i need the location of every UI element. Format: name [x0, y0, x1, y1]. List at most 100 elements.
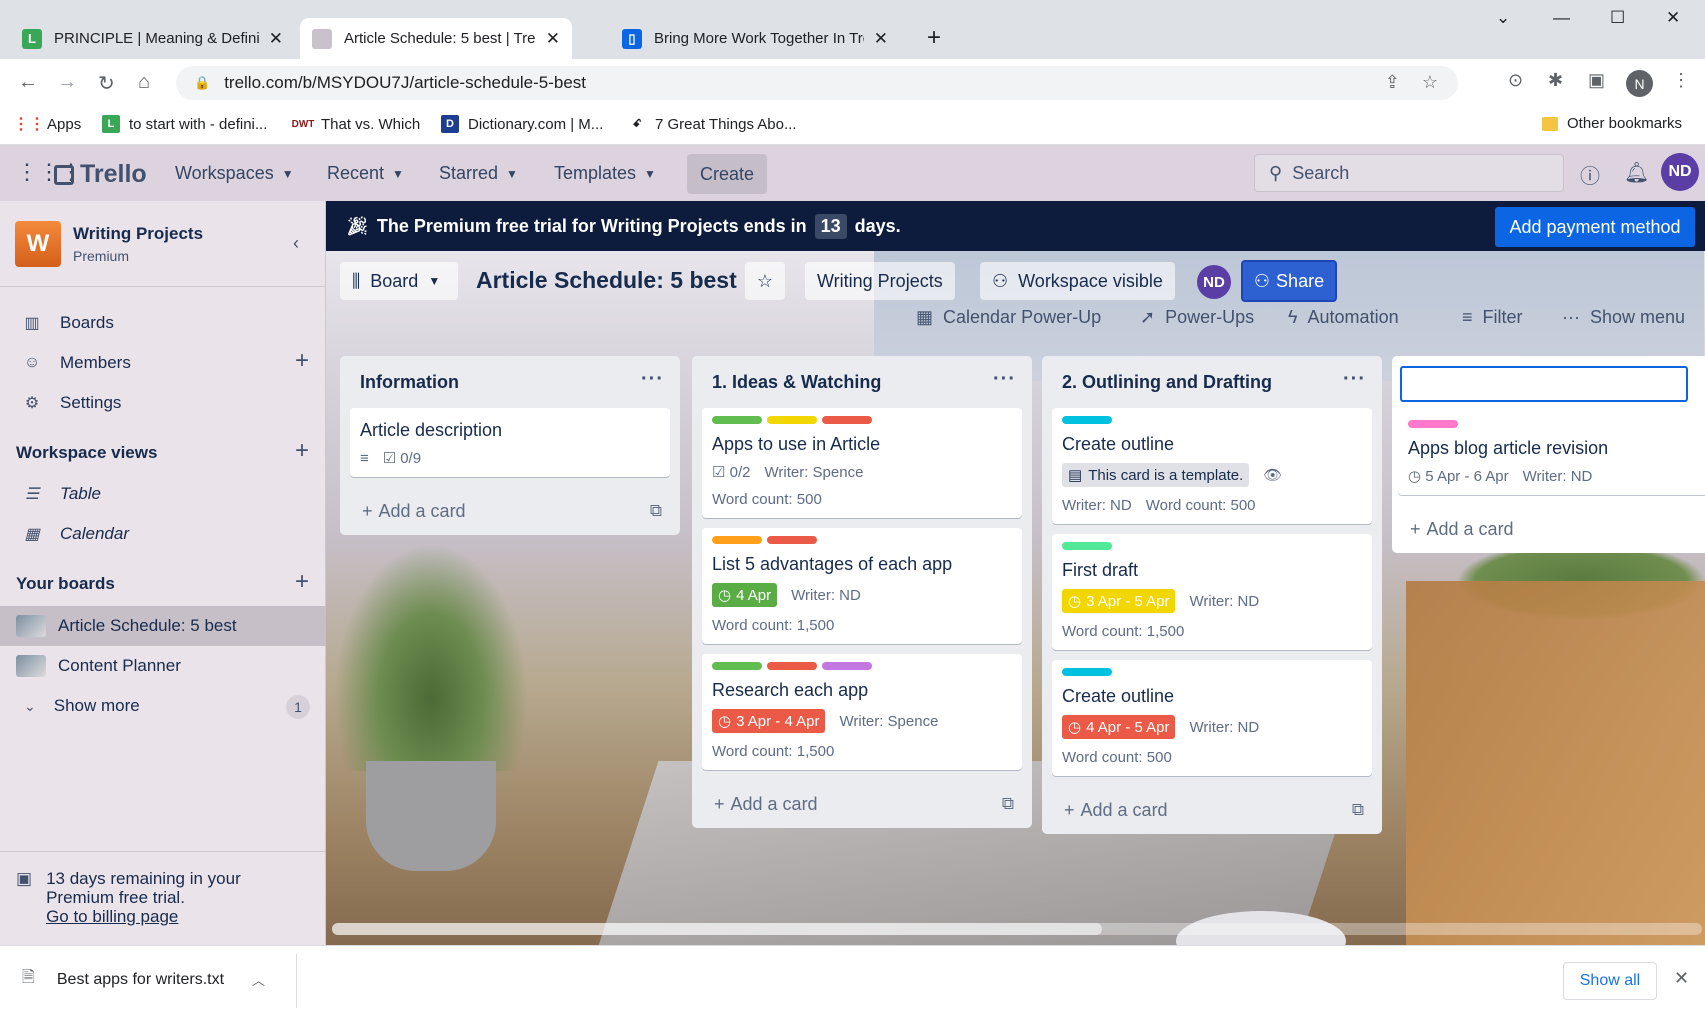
label-red[interactable] [767, 662, 817, 670]
close-window-icon[interactable]: ✕ [1666, 8, 1680, 28]
workspace-name[interactable]: Writing Projects [73, 224, 203, 244]
list-menu-icon[interactable]: ··· [1343, 368, 1366, 391]
date-badge[interactable]: ◷ 5 Apr - 6 Apr [1408, 467, 1509, 485]
sidebar-item-boards[interactable]: ▥ Boards [22, 313, 113, 333]
new-tab-icon[interactable]: + [918, 22, 950, 54]
close-download-bar-icon[interactable]: ✕ [1674, 968, 1689, 989]
due-date-badge[interactable]: ◷ 4 Apr [712, 583, 778, 607]
label-red[interactable] [767, 536, 817, 544]
show-menu-button[interactable]: ··· Show menu [1562, 307, 1685, 328]
create-from-template-icon[interactable]: ⧉ [650, 501, 662, 521]
share-button[interactable]: ⚇ Share [1241, 260, 1337, 302]
sidebar-board-item[interactable]: Content Planner [0, 646, 326, 686]
card[interactable]: Create outline ▤ This card is a template.… [1052, 408, 1372, 524]
bookmark-item[interactable]: ꗃ 7 Great Things Abo... [628, 115, 797, 133]
billing-link[interactable]: Go to billing page [46, 907, 178, 926]
due-date-badge[interactable]: ◷ 3 Apr - 4 Apr [712, 709, 826, 733]
trello-logo[interactable]: Trello [54, 160, 147, 189]
add-card-button[interactable]: + Add a card ⧉ [1042, 786, 1382, 834]
member-avatar[interactable]: ND [1197, 265, 1231, 299]
close-tab-icon[interactable]: ✕ [874, 29, 888, 49]
visibility-button[interactable]: ⚇ Workspace visible [980, 262, 1175, 300]
maximize-icon[interactable]: ☐ [1610, 8, 1625, 28]
chrome-menu-icon[interactable]: ⋮ [1672, 70, 1690, 91]
address-bar[interactable]: 🔒 trello.com/b/MSYDOU7J/article-schedule… [176, 66, 1458, 100]
label-pink[interactable] [1408, 420, 1458, 428]
star-board-icon[interactable]: ☆ [745, 262, 785, 300]
calendar-powerup-button[interactable]: ▦ Calendar Power-Up [916, 307, 1101, 328]
show-all-downloads-button[interactable]: Show all [1563, 962, 1657, 1000]
sidebar-item-members[interactable]: ☺ Members [22, 353, 131, 373]
automation-button[interactable]: ϟ Automation [1288, 307, 1399, 328]
add-card-button[interactable]: + Add a card [1392, 505, 1705, 553]
browser-tab-active[interactable]: Article Schedule: 5 best | Trello ✕ [300, 18, 572, 59]
board-horizontal-scrollbar[interactable] [332, 923, 1702, 935]
close-tab-icon[interactable]: ✕ [546, 29, 560, 49]
add-board-icon[interactable]: + [295, 568, 309, 596]
workspace-button[interactable]: Writing Projects [805, 262, 955, 300]
label-sky[interactable] [1062, 668, 1112, 676]
create-button[interactable]: Create [687, 154, 767, 194]
extension-icon[interactable]: ⊙ [1508, 70, 1523, 91]
minimize-icon[interactable]: — [1553, 8, 1570, 28]
user-avatar[interactable]: ND [1661, 153, 1699, 191]
menu-recent[interactable]: Recent ▼ [327, 163, 404, 184]
info-icon[interactable]: ⓘ [1580, 160, 1600, 189]
create-from-template-icon[interactable]: ⧉ [1002, 794, 1014, 814]
bookmark-item[interactable]: D Dictionary.com | M... [441, 115, 603, 133]
sidebar-item-calendar[interactable]: ▦ Calendar [22, 524, 129, 544]
sidepanel-icon[interactable]: ▣ [1588, 70, 1605, 91]
label-sky[interactable] [1062, 416, 1112, 424]
list-menu-icon[interactable]: ··· [641, 368, 664, 391]
due-date-badge[interactable]: ◷ 3 Apr - 5 Apr [1062, 589, 1176, 613]
menu-templates[interactable]: Templates ▼ [554, 163, 656, 184]
sidebar-item-settings[interactable]: ⚙ Settings [22, 393, 122, 413]
sidebar-board-item-active[interactable]: Article Schedule: 5 best [0, 606, 326, 646]
bookmark-item[interactable]: DWT That vs. Which [292, 115, 421, 133]
forward-icon[interactable]: → [57, 71, 77, 94]
label-yellow[interactable] [767, 416, 817, 424]
bookmark-item[interactable]: L to start with - defini... [102, 115, 267, 133]
list-title-input[interactable] [1400, 366, 1688, 402]
label-green[interactable] [712, 416, 762, 424]
download-item[interactable]: 🗎︎ Best apps for writers.txt ︿ [22, 966, 265, 993]
search-input[interactable]: ⚲ Search [1254, 154, 1564, 192]
card[interactable]: First draft ◷ 3 Apr - 5 Apr Writer: ND Wo… [1052, 534, 1372, 650]
board-view-switcher[interactable]: ⫼ Board ▼ [340, 262, 458, 300]
add-card-button[interactable]: + Add a card ⧉ [692, 780, 1032, 828]
card[interactable]: Create outline ◷ 4 Apr - 5 Apr Writer: ND… [1052, 660, 1372, 776]
profile-avatar[interactable]: N [1626, 70, 1653, 97]
add-member-icon[interactable]: + [295, 347, 309, 375]
board-title[interactable]: Article Schedule: 5 best [476, 267, 737, 294]
puzzle-extensions-icon[interactable]: ✱ [1548, 70, 1563, 91]
sidebar-item-table[interactable]: ☰ Table [22, 484, 101, 504]
card[interactable]: List 5 advantages of each app ◷ 4 Apr Wri… [702, 528, 1022, 644]
collapse-sidebar-icon[interactable]: ‹ [293, 233, 299, 254]
show-more-boards[interactable]: ⌄ Show more 1 [0, 686, 326, 726]
create-from-template-icon[interactable]: ⧉ [1352, 800, 1364, 820]
list-header[interactable]: Information ··· [340, 356, 680, 408]
label-lime[interactable] [1062, 542, 1112, 550]
card[interactable]: Apps blog article revision ◷ 5 Apr - 6 A… [1398, 412, 1705, 495]
label-orange[interactable] [712, 536, 762, 544]
bookmark-apps[interactable]: ⋮⋮ Apps [13, 115, 81, 134]
home-icon[interactable]: ⌂ [138, 71, 150, 94]
tab-search-icon[interactable]: ⌄ [1496, 8, 1510, 28]
due-date-badge[interactable]: ◷ 4 Apr - 5 Apr [1062, 715, 1176, 739]
filter-button[interactable]: ≡ Filter [1462, 307, 1523, 328]
add-payment-button[interactable]: Add payment method [1495, 207, 1695, 247]
list-menu-icon[interactable]: ··· [993, 368, 1016, 391]
browser-tab[interactable]: ▯ Bring More Work Together In Tre ✕ [610, 18, 900, 59]
list-header[interactable]: 2. Outlining and Drafting ··· [1042, 356, 1382, 408]
card[interactable]: Apps to use in Article ☑ 0/2 Writer: Spe… [702, 408, 1022, 518]
notifications-bell-icon[interactable]: 🔔︎ [1624, 160, 1649, 185]
card[interactable]: Research each app ◷ 3 Apr - 4 Apr Writer:… [702, 654, 1022, 770]
bookmark-star-icon[interactable]: ☆ [1422, 72, 1438, 93]
label-red[interactable] [822, 416, 872, 424]
add-card-button[interactable]: + Add a card ⧉ [340, 487, 680, 535]
close-tab-icon[interactable]: ✕ [269, 29, 283, 49]
powerups-button[interactable]: ➚ Power-Ups [1140, 307, 1254, 328]
list-header[interactable]: 1. Ideas & Watching ··· [692, 356, 1032, 408]
chevron-up-icon[interactable]: ︿ [252, 970, 265, 989]
label-purple[interactable] [822, 662, 872, 670]
